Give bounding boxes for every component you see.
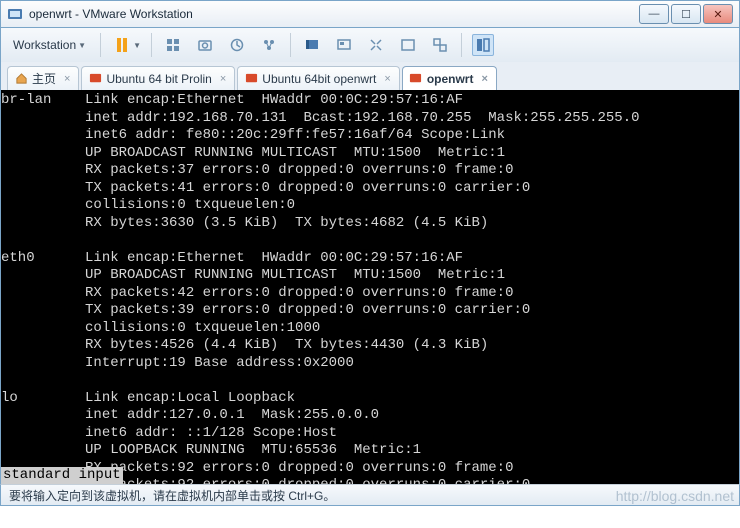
stretch-guest-button[interactable]: [365, 34, 387, 56]
show-thumbnail-button[interactable]: [333, 34, 355, 56]
tab-label: openwrt: [427, 72, 474, 86]
tab-label: Ubuntu 64 bit Prolin: [106, 72, 211, 86]
separator: [151, 33, 152, 57]
pause-button[interactable]: [111, 34, 133, 56]
snapshot-revert-button[interactable]: [226, 34, 248, 56]
vm-icon: [409, 72, 423, 86]
show-library-button[interactable]: [472, 34, 494, 56]
vm-power-group: ▼: [111, 34, 141, 56]
tab-label: Ubuntu 64bit openwrt: [262, 72, 376, 86]
toolbar: Workstation ▼ ▼: [0, 28, 740, 62]
tab-label: 主页: [32, 70, 56, 87]
window-title: openwrt - VMware Workstation: [29, 7, 631, 21]
window-controls: — ☐ ✕: [637, 4, 733, 24]
snapshot-manager-button[interactable]: [258, 34, 280, 56]
close-icon[interactable]: ×: [481, 73, 487, 85]
chevron-down-icon[interactable]: ▼: [133, 41, 141, 50]
tab-ubuntu-prolin[interactable]: Ubuntu 64 bit Prolin ×: [81, 66, 235, 90]
show-console-button[interactable]: [301, 34, 323, 56]
tab-openwrt[interactable]: openwrt ×: [402, 66, 497, 90]
terminal-output[interactable]: br-lan Link encap:Ethernet HWaddr 00:0C:…: [0, 90, 740, 484]
close-icon[interactable]: ×: [384, 73, 390, 85]
workstation-menu[interactable]: Workstation ▼: [9, 36, 90, 54]
tab-strip: 主页 × Ubuntu 64 bit Prolin × Ubuntu 64bit…: [0, 62, 740, 90]
vm-icon: [244, 72, 258, 86]
close-icon[interactable]: ×: [220, 73, 226, 85]
status-text: 要将输入定向到该虚拟机，请在虚拟机内部单击或按 Ctrl+G。: [9, 487, 335, 504]
status-bar: 要将输入定向到该虚拟机，请在虚拟机内部单击或按 Ctrl+G。: [0, 484, 740, 506]
unity-button[interactable]: [429, 34, 451, 56]
workstation-menu-label: Workstation: [13, 38, 76, 52]
tab-ubuntu-openwrt[interactable]: Ubuntu 64bit openwrt ×: [237, 66, 400, 90]
standard-input-indicator: standard input: [1, 467, 123, 485]
close-button[interactable]: ✕: [703, 4, 733, 24]
titlebar: openwrt - VMware Workstation — ☐ ✕: [0, 0, 740, 28]
terminal-lines: br-lan Link encap:Ethernet HWaddr 00:0C:…: [1, 92, 739, 484]
snapshot-button[interactable]: [194, 34, 216, 56]
separator: [290, 33, 291, 57]
separator: [100, 33, 101, 57]
app-icon: [7, 6, 23, 22]
minimize-button[interactable]: —: [639, 4, 669, 24]
separator: [461, 33, 462, 57]
tab-home[interactable]: 主页 ×: [7, 66, 79, 90]
home-icon: [14, 72, 28, 86]
maximize-button[interactable]: ☐: [671, 4, 701, 24]
fullscreen-button[interactable]: [397, 34, 419, 56]
send-ctrl-alt-del-button[interactable]: [162, 34, 184, 56]
chevron-down-icon: ▼: [78, 41, 86, 50]
close-icon[interactable]: ×: [64, 73, 70, 85]
vm-icon: [88, 72, 102, 86]
